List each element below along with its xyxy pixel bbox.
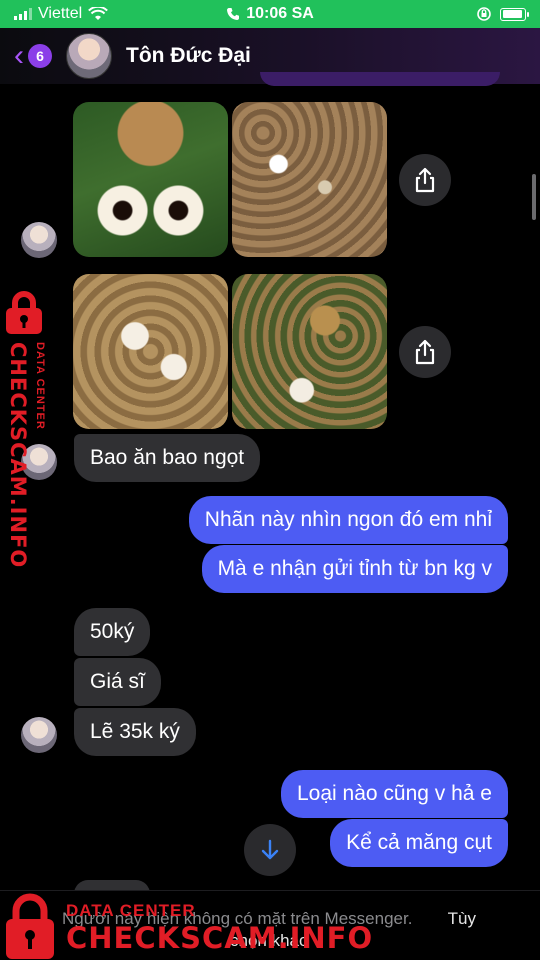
status-bar: Viettel 10:06 SA	[0, 0, 540, 28]
lock-icon	[6, 893, 54, 959]
message-bubble-incoming[interactable]: 50ký	[74, 608, 151, 657]
contact-avatar[interactable]	[66, 33, 112, 79]
message-bubble-outgoing[interactable]: Kể cả măng cụt	[330, 819, 508, 868]
watermark-side: CHECKSCAM.INFO DATA CENTER	[0, 290, 70, 568]
message-bubble-incoming[interactable]: Giá sĩ	[74, 658, 161, 707]
sender-avatar[interactable]	[21, 222, 57, 258]
sender-avatar[interactable]	[21, 717, 57, 753]
status-time: 10:06 SA	[0, 5, 540, 23]
scroll-to-bottom-button[interactable]	[244, 824, 296, 876]
watermark-bottom-title: DATA CENTER	[66, 901, 196, 920]
photo-longan-2[interactable]	[232, 102, 387, 257]
options-link[interactable]: Tùy	[448, 909, 476, 929]
watermark-bottom-brand: CHECKSCAM.INFO	[66, 921, 374, 955]
lock-icon	[6, 291, 42, 334]
back-chevron-icon: ‹	[14, 39, 24, 72]
message-bubble-outgoing[interactable]: Nhãn này nhìn ngon đó em nhỉ	[188, 496, 508, 545]
contact-name[interactable]: Tôn Đức Đại	[126, 44, 251, 68]
watermark-side-small: DATA CENTER	[34, 342, 46, 430]
message-bubble-incoming[interactable]: Lẽ 35k ký	[74, 708, 196, 757]
composer-footer: Người này hiện không có mặt trên Messeng…	[0, 890, 540, 960]
photo-longan-3[interactable]	[73, 274, 228, 429]
message-bubble-outgoing[interactable]: Mà e nhận gửi tỉnh từ bn kg v	[201, 545, 508, 594]
share-button[interactable]	[399, 326, 451, 378]
photo-longan-1[interactable]	[73, 102, 228, 257]
unread-count-badge: 6	[28, 44, 52, 68]
watermark-side-brand: CHECKSCAM.INFO	[6, 342, 30, 569]
battery-icon	[500, 7, 529, 21]
message-bubble-outgoing[interactable]: Loại nào cũng v hả e	[281, 770, 508, 819]
share-icon	[415, 339, 435, 365]
phone-icon	[227, 8, 240, 20]
clock-text: 10:06 SA	[246, 5, 314, 22]
share-icon	[415, 167, 435, 193]
share-button[interactable]	[399, 154, 451, 206]
message-list[interactable]: Bao ăn bao ngọt Nhãn này nhìn ngon đó em…	[0, 84, 540, 890]
back-button[interactable]: ‹ 6	[14, 41, 52, 71]
scrollbar[interactable]	[532, 174, 536, 220]
photo-longan-4[interactable]	[232, 274, 387, 429]
arrow-down-icon	[261, 839, 279, 860]
message-bubble-incoming[interactable]: Bao ăn bao ngọt	[74, 434, 261, 483]
